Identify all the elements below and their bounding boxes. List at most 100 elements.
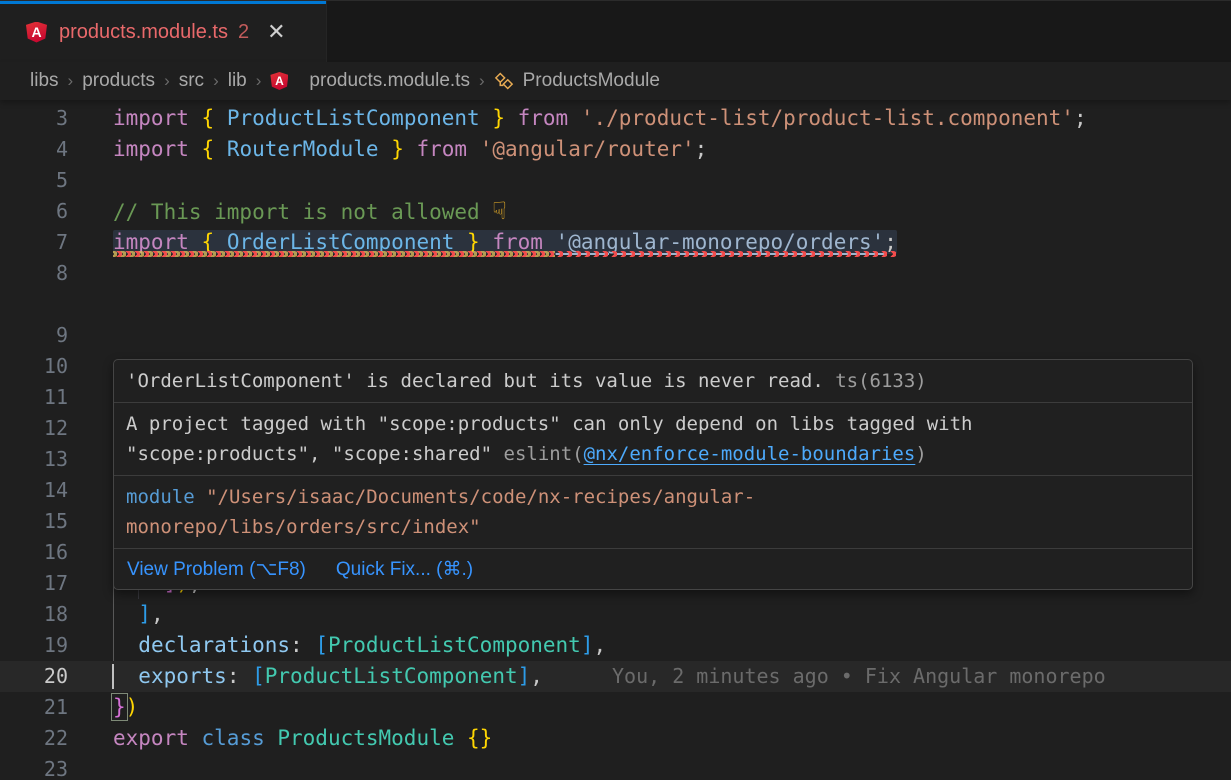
line-number: 10 — [0, 351, 68, 382]
line-number: 23 — [0, 754, 68, 780]
code-token: './product-list/product-list.component' — [581, 106, 1074, 130]
symbol-class-icon — [494, 71, 514, 91]
code-token: } — [391, 137, 416, 161]
chevron-right-icon: › — [256, 71, 262, 91]
line-number: 3 — [0, 103, 68, 134]
hover-text: 'OrderListComponent' is declared but its… — [126, 370, 824, 392]
code-token: ) — [126, 695, 139, 719]
code-token: ] — [581, 633, 594, 657]
code-token: ☟ — [492, 197, 506, 225]
hover-text — [195, 486, 206, 508]
breadcrumb-item-symbol[interactable]: ProductsModule — [523, 70, 660, 92]
line-number: 17 — [0, 568, 68, 599]
line-number: 9 — [0, 320, 68, 351]
code-token: , — [151, 602, 164, 626]
code-token: } — [492, 106, 517, 130]
tab-bar: A products.module.ts 2 ✕ — [0, 0, 1231, 62]
code-token: [ — [315, 633, 328, 657]
code-token: ] — [518, 664, 531, 688]
line-number: 13 — [0, 444, 68, 475]
chevron-right-icon: › — [68, 71, 74, 91]
hover-text: "/Users/isaac/Documents/code/nx-recipes/… — [126, 486, 755, 538]
line-number: 5 — [0, 165, 68, 196]
code-editor[interactable]: 34567891011121314151617181920212223 impo… — [0, 100, 1231, 780]
code-token: import — [113, 137, 202, 161]
code-token: ProductsModule — [277, 726, 467, 750]
eslint-rule-link[interactable]: @nx/enforce-module-boundaries — [584, 443, 916, 465]
breadcrumb-item-lib[interactable]: lib — [228, 70, 247, 92]
tab-problem-count: 2 — [238, 21, 249, 44]
code-token: [ — [252, 664, 265, 688]
chevron-right-icon: › — [479, 71, 485, 91]
code-token: , — [530, 664, 543, 688]
error-hover-popup: 'OrderListComponent' is declared but its… — [113, 359, 1193, 590]
code-line: // This import is not allowed ☟ — [113, 196, 507, 227]
hover-message: 'OrderListComponent' is declared but its… — [114, 360, 1192, 403]
code-token — [113, 633, 138, 657]
code-line: export class ProductsModule {} — [113, 723, 492, 754]
code-line: }) — [113, 692, 138, 723]
code-token: // This import is not allowed — [113, 200, 492, 224]
code-token: ] — [138, 602, 151, 626]
line-number: 11 — [0, 382, 68, 413]
line-number: 15 — [0, 506, 68, 537]
code-line: import { RouterModule } from '@angular/r… — [113, 134, 707, 165]
code-token: , — [594, 633, 607, 657]
tab-products-module[interactable]: A products.module.ts 2 ✕ — [0, 1, 327, 63]
hover-message: A project tagged with "scope:products" c… — [114, 403, 1192, 476]
code-line: ], — [113, 599, 164, 630]
warning-squiggle — [113, 251, 555, 257]
code-token: } — [113, 695, 126, 719]
breadcrumb-item-products[interactable]: products — [82, 70, 155, 92]
quick-fix-link[interactable]: Quick Fix... (⌘.) — [336, 558, 473, 581]
hover-action-bar: View Problem (⌥F8) Quick Fix... (⌘.) — [114, 549, 1192, 589]
code-token: RouterModule — [227, 137, 391, 161]
code-token: : — [290, 633, 315, 657]
code-token: { — [202, 137, 227, 161]
code-token: declarations — [138, 633, 290, 657]
chevron-right-icon: › — [213, 71, 219, 91]
breadcrumb-item-libs[interactable]: libs — [30, 70, 59, 92]
hover-text: module — [126, 486, 195, 508]
code-line: exports: [ProductListComponent], — [113, 661, 543, 692]
view-problem-link[interactable]: View Problem (⌥F8) — [127, 558, 306, 581]
code-token — [113, 664, 138, 688]
code-line: import { ProductListComponent } from './… — [113, 103, 1087, 134]
close-icon[interactable]: ✕ — [267, 21, 285, 43]
line-number: 18 — [0, 599, 68, 630]
line-number: 12 — [0, 413, 68, 444]
hover-module-path: module "/Users/isaac/Documents/code/nx-r… — [114, 476, 1192, 549]
chevron-right-icon: › — [164, 71, 170, 91]
code-token: import — [113, 106, 202, 130]
code-token: : — [227, 664, 252, 688]
hover-text: ) — [915, 443, 926, 465]
code-line: declarations: [ProductListComponent], — [113, 630, 606, 661]
line-number: 7 — [0, 227, 68, 258]
code-token: class — [202, 726, 278, 750]
code-token: '@angular/router' — [480, 137, 695, 161]
code-token: { — [202, 106, 227, 130]
breadcrumb-item-file[interactable]: products.module.ts — [309, 70, 470, 92]
code-token: ; — [695, 137, 708, 161]
code-token: ProductListComponent — [227, 106, 493, 130]
angular-icon: A — [26, 22, 47, 43]
line-number: 21 — [0, 692, 68, 723]
code-token: ; — [1074, 106, 1087, 130]
code-token: ProductListComponent — [265, 664, 518, 688]
line-number: 6 — [0, 196, 68, 227]
angular-icon: A — [270, 72, 288, 90]
line-number: 16 — [0, 537, 68, 568]
text-cursor — [112, 664, 114, 689]
code-token: ProductListComponent — [328, 633, 581, 657]
code-token: from — [518, 106, 581, 130]
git-blame-annotation: You, 2 minutes ago • Fix Angular monorep… — [612, 661, 1106, 692]
breadcrumb-item-src[interactable]: src — [179, 70, 204, 92]
hover-text: eslint( — [504, 443, 584, 465]
line-number: 22 — [0, 723, 68, 754]
breadcrumb: libs › products › src › lib › A products… — [0, 62, 1231, 100]
code-token: export — [113, 726, 202, 750]
line-number: 8 — [0, 258, 68, 289]
code-token — [113, 602, 138, 626]
line-number: 14 — [0, 475, 68, 506]
code-token: {} — [467, 726, 492, 750]
